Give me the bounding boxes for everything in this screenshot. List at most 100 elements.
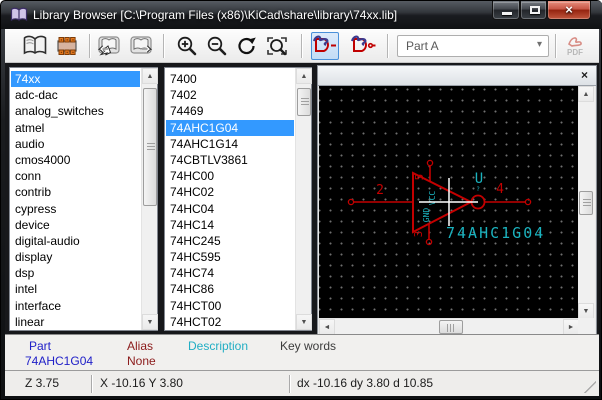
title-bar[interactable]: Library Browser [C:\Program Files (x86)\… bbox=[1, 1, 602, 29]
library-browser-window: Library Browser [C:\Program Files (x86)\… bbox=[0, 0, 602, 400]
part-selector-combobox[interactable]: Part A ▾ bbox=[397, 35, 549, 57]
viewer-vertical-scrollbar[interactable]: ▲ ▼ bbox=[578, 86, 595, 319]
component-item[interactable]: 74HC595 bbox=[166, 249, 294, 265]
scrollbar-thumb[interactable] bbox=[143, 88, 157, 206]
resize-grip[interactable] bbox=[584, 381, 596, 393]
zoom-out-button[interactable] bbox=[203, 32, 231, 60]
component-chip-icon bbox=[55, 35, 79, 57]
scroll-right-icon[interactable]: ► bbox=[563, 319, 579, 335]
toolbar-separator bbox=[387, 34, 389, 58]
pdf-icon: PDF bbox=[563, 34, 587, 58]
component-item[interactable]: 74HC86 bbox=[166, 281, 294, 297]
open-book-icon bbox=[22, 34, 48, 58]
library-item[interactable]: linear bbox=[11, 314, 140, 330]
combo-dropdown-icon: ▾ bbox=[537, 39, 542, 50]
library-item[interactable]: device bbox=[11, 217, 140, 233]
close-button[interactable]: × bbox=[547, 1, 591, 20]
library-item[interactable]: 74xx bbox=[11, 71, 140, 87]
zoom-in-button[interactable] bbox=[173, 32, 201, 60]
library-item[interactable]: dsp bbox=[11, 265, 140, 281]
library-item[interactable]: atmel bbox=[11, 120, 140, 136]
redraw-button[interactable] bbox=[233, 32, 261, 60]
component-item[interactable]: 74AHC1G14 bbox=[166, 136, 294, 152]
minimize-button[interactable] bbox=[492, 1, 520, 20]
redraw-icon bbox=[236, 35, 258, 57]
library-item[interactable]: conn bbox=[11, 168, 140, 184]
scroll-left-icon[interactable]: ◄ bbox=[319, 319, 335, 335]
component-item[interactable]: 74HC00 bbox=[166, 168, 294, 184]
maximize-icon bbox=[530, 6, 540, 14]
close-icon: × bbox=[548, 2, 590, 17]
scroll-up-icon[interactable]: ▲ bbox=[578, 86, 594, 102]
part-info-panel: Part Alias Description Key words 74AHC1G… bbox=[5, 334, 599, 370]
gnd-pin-name: GND bbox=[422, 208, 431, 223]
component-item[interactable]: 74AHC1G04 bbox=[166, 120, 294, 136]
library-item[interactable]: contrib bbox=[11, 184, 140, 200]
library-item[interactable]: audio bbox=[11, 136, 140, 152]
zoom-in-icon bbox=[176, 35, 198, 57]
scroll-down-icon[interactable]: ▼ bbox=[578, 303, 594, 319]
component-item[interactable]: 74HC14 bbox=[166, 217, 294, 233]
export-pdf-button[interactable]: PDF bbox=[561, 32, 589, 60]
demorgan-standard-button[interactable] bbox=[311, 32, 339, 60]
divider bbox=[91, 375, 93, 393]
toolbar-separator bbox=[555, 34, 557, 58]
component-item[interactable]: 74HCT02 bbox=[166, 314, 294, 330]
component-item[interactable]: 74HC04 bbox=[166, 201, 294, 217]
toolbar-separator bbox=[301, 34, 303, 58]
library-list[interactable]: 74xx adc-dac analog_switches atmel audio… bbox=[9, 67, 158, 331]
gate-convert-icon bbox=[350, 34, 376, 58]
pin-4-number: 4 bbox=[496, 182, 504, 197]
alias-label: Alias bbox=[127, 339, 153, 353]
library-item[interactable]: intel bbox=[11, 281, 140, 297]
component-item[interactable]: 74HCT00 bbox=[166, 298, 294, 314]
component-list[interactable]: 7400 7402 74469 74AHC1G04 74AHC1G14 74CB… bbox=[164, 67, 312, 331]
zoom-fit-button[interactable] bbox=[263, 32, 291, 60]
scroll-up-icon[interactable]: ▲ bbox=[296, 68, 312, 84]
library-item[interactable]: interface bbox=[11, 298, 140, 314]
inverter-symbol: 2 5 VCC 3 GND 4 U ? bbox=[319, 86, 578, 318]
component-item[interactable]: 74HC74 bbox=[166, 265, 294, 281]
library-item[interactable]: analog_switches bbox=[11, 103, 140, 119]
vcc-pin-name: VCC bbox=[428, 191, 437, 206]
gate-standard-icon bbox=[312, 34, 338, 58]
zoom-out-icon bbox=[206, 35, 228, 57]
next-part-button[interactable] bbox=[127, 32, 155, 60]
book-left-arrow-icon bbox=[96, 34, 122, 58]
component-item[interactable]: 74469 bbox=[166, 103, 294, 119]
svg-text:PDF: PDF bbox=[567, 48, 583, 57]
pin-3-number: 3 bbox=[412, 231, 425, 238]
library-item[interactable]: cmos4000 bbox=[11, 152, 140, 168]
library-item[interactable]: cypress bbox=[11, 201, 140, 217]
scroll-up-icon[interactable]: ▲ bbox=[142, 68, 158, 84]
previous-part-button[interactable] bbox=[95, 32, 123, 60]
component-item[interactable]: 7400 bbox=[166, 71, 294, 87]
pane-close-button[interactable]: × bbox=[577, 68, 592, 83]
alias-value: None bbox=[127, 354, 156, 368]
scrollbar-thumb[interactable] bbox=[579, 191, 593, 215]
select-part-button[interactable] bbox=[53, 32, 81, 60]
select-library-button[interactable] bbox=[21, 32, 49, 60]
library-item[interactable]: display bbox=[11, 249, 140, 265]
viewer-horizontal-scrollbar[interactable]: ◄ ► bbox=[319, 318, 579, 335]
library-item[interactable]: digital-audio bbox=[11, 233, 140, 249]
scrollbar-thumb[interactable] bbox=[297, 88, 311, 116]
viewer-pane-header[interactable]: × bbox=[318, 66, 596, 86]
scrollbar-corner bbox=[578, 318, 595, 335]
component-item[interactable]: 74HC245 bbox=[166, 233, 294, 249]
minimize-icon bbox=[502, 12, 512, 15]
schematic-canvas[interactable]: 2 5 VCC 3 GND 4 U ? bbox=[319, 86, 579, 319]
component-item[interactable]: 74CBTLV3861 bbox=[166, 152, 294, 168]
scrollbar-thumb[interactable] bbox=[439, 320, 463, 334]
demorgan-convert-button[interactable] bbox=[349, 32, 377, 60]
component-list-scrollbar[interactable]: ▲ ▼ bbox=[295, 68, 311, 330]
component-item[interactable]: 74HC02 bbox=[166, 184, 294, 200]
scroll-down-icon[interactable]: ▼ bbox=[142, 314, 158, 330]
component-item[interactable]: 7402 bbox=[166, 87, 294, 103]
library-list-scrollbar[interactable]: ▲ ▼ bbox=[141, 68, 157, 330]
scroll-down-icon[interactable]: ▼ bbox=[296, 314, 312, 330]
library-item[interactable]: adc-dac bbox=[11, 87, 140, 103]
part-label: Part bbox=[29, 339, 51, 353]
relative-delta: dx -10.16 dy 3.80 d 10.85 bbox=[297, 376, 433, 390]
maximize-button[interactable] bbox=[520, 1, 547, 20]
